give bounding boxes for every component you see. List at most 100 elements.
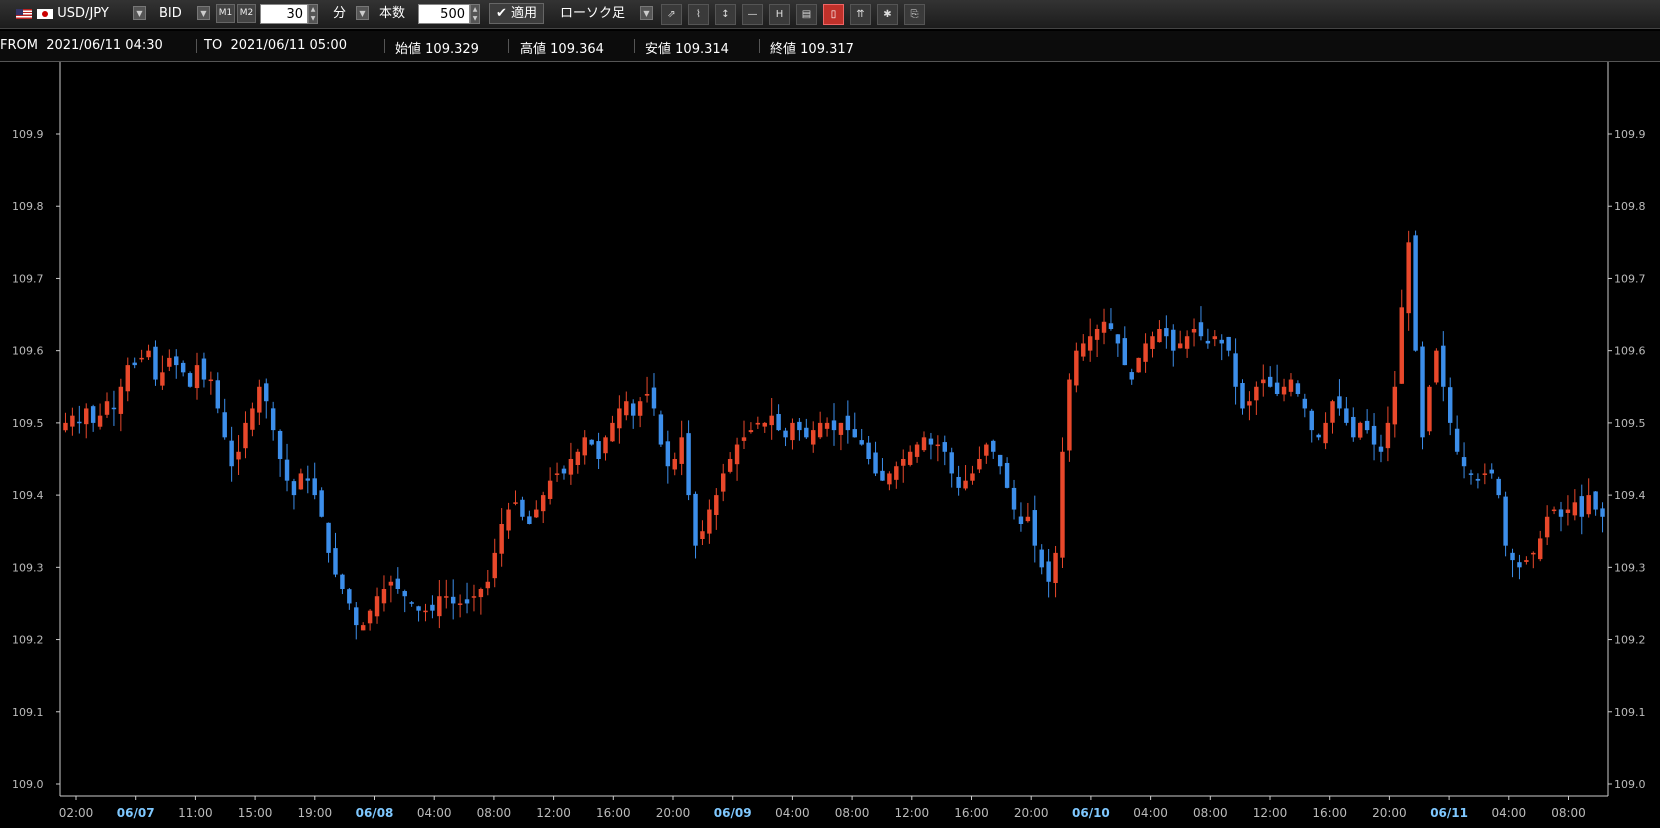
candle-body <box>1053 552 1058 584</box>
price-type-dropdown-chevron-icon[interactable]: ▼ <box>197 6 210 20</box>
m2-button[interactable]: M2 <box>237 4 256 23</box>
candle-body <box>250 408 255 430</box>
candle-body <box>1261 379 1266 384</box>
candle <box>1240 379 1245 415</box>
candle-body <box>686 433 691 496</box>
high-field: 高値 109.364 <box>520 38 604 57</box>
from-field: FROM 2021/06/11 04:30 <box>0 38 163 53</box>
candle <box>1434 348 1439 385</box>
line-icon[interactable]: — <box>742 4 763 25</box>
x-tick-time-label: 11:00 <box>178 806 213 820</box>
chart-type-label: ローソク足 <box>560 6 626 21</box>
candle <box>1524 556 1529 565</box>
candle <box>783 427 788 447</box>
candle-body <box>520 499 525 517</box>
to-field: TO 2021/06/11 05:00 <box>204 38 347 53</box>
divider <box>508 39 509 53</box>
candle <box>1108 308 1114 331</box>
candle-body <box>1309 410 1314 431</box>
y-tick-label-right: 109.4 <box>1614 489 1646 502</box>
candle-body <box>1011 487 1017 510</box>
candle-body <box>1420 346 1425 438</box>
x-tick-date-label: 06/10 <box>1072 806 1110 820</box>
candle-body <box>84 408 89 425</box>
candle-body <box>1413 235 1418 351</box>
candle-body <box>651 387 657 409</box>
candle <box>700 520 705 546</box>
m1-button[interactable]: M1 <box>216 4 235 23</box>
x-tick-date-label: 06/11 <box>1430 806 1468 820</box>
candle-body <box>852 429 857 438</box>
candle <box>450 579 456 620</box>
candle <box>637 397 643 428</box>
interval-input[interactable]: 30 <box>260 4 308 24</box>
chart-type-dropdown-chevron-icon[interactable]: ▼ <box>640 6 653 20</box>
candle-body <box>333 548 338 575</box>
candle <box>1267 366 1273 388</box>
hl-icon[interactable]: H <box>769 4 790 25</box>
candle-body <box>229 440 234 467</box>
pair-dropdown-chevron-icon[interactable]: ▼ <box>133 6 146 20</box>
x-tick-time-label: 04:00 <box>1492 806 1527 820</box>
candle <box>755 416 761 429</box>
candle-body <box>319 490 324 517</box>
candle <box>1482 463 1488 485</box>
currency-pair-selector[interactable]: USD/JPY <box>16 4 109 24</box>
candle-body <box>215 380 221 409</box>
bars-count-input[interactable]: 500 <box>418 4 470 24</box>
x-tick-time-label: 12:00 <box>895 806 930 820</box>
signal-icon[interactable]: ⇈ <box>850 4 871 25</box>
ratio-icon[interactable]: ↕ <box>715 4 736 25</box>
candle <box>651 373 657 416</box>
candle <box>977 446 982 474</box>
candle <box>1406 230 1411 331</box>
candle-body <box>714 495 719 515</box>
candle <box>1205 328 1211 349</box>
candle <box>921 431 927 452</box>
candle-body <box>1205 340 1211 344</box>
volume-icon[interactable]: ▤ <box>796 4 817 25</box>
candle <box>949 447 954 488</box>
candle-body <box>1115 334 1121 344</box>
bars-count-spinner-icon[interactable]: ▲ ▼ <box>470 4 480 24</box>
candle <box>1184 330 1190 358</box>
candle-body <box>617 408 622 429</box>
candle-body <box>1447 387 1453 423</box>
candle-body <box>409 602 414 604</box>
candle-body <box>1600 508 1605 517</box>
candle-body <box>534 509 539 518</box>
us-flag-icon <box>16 8 32 19</box>
close-field: 終値 109.317 <box>770 38 854 57</box>
candle <box>167 349 172 372</box>
candle-body <box>1427 386 1432 432</box>
candle-body <box>340 574 345 589</box>
star-icon[interactable]: ✱ <box>877 4 898 25</box>
candle <box>838 422 844 451</box>
candle <box>222 398 227 440</box>
divider <box>196 39 197 53</box>
candle <box>707 499 712 544</box>
y-tick-label-right: 109.3 <box>1614 561 1646 574</box>
candle <box>520 496 525 521</box>
candle-body <box>1399 307 1404 384</box>
candle <box>395 567 401 594</box>
candle-body <box>811 430 816 445</box>
candle-body <box>1108 323 1114 329</box>
candle-body <box>963 480 968 489</box>
interval-spinner-icon[interactable]: ▲ ▼ <box>308 4 318 24</box>
candle-body <box>665 441 671 467</box>
candle-body <box>1357 422 1363 438</box>
pattern-icon[interactable]: ⌇ <box>688 4 709 25</box>
candle-body <box>527 516 532 524</box>
trend-icon[interactable]: ⇗ <box>661 4 682 25</box>
export-icon[interactable]: ⎘ <box>904 4 925 25</box>
x-tick-time-label: 16:00 <box>1312 806 1347 820</box>
candlestick-chart[interactable]: 109.0 109.0 109.1 109.1 109.2 109.2 109.3 109.3… <box>0 62 1660 828</box>
apply-button[interactable]: ✔ 適用 <box>489 3 545 24</box>
x-tick-time-label: 15:00 <box>238 806 273 820</box>
interval-unit-dropdown-chevron-icon[interactable]: ▼ <box>356 6 369 20</box>
candle <box>817 411 823 440</box>
candle <box>693 491 698 559</box>
candle-icon[interactable]: ▯ <box>823 4 844 25</box>
candle <box>928 432 934 460</box>
